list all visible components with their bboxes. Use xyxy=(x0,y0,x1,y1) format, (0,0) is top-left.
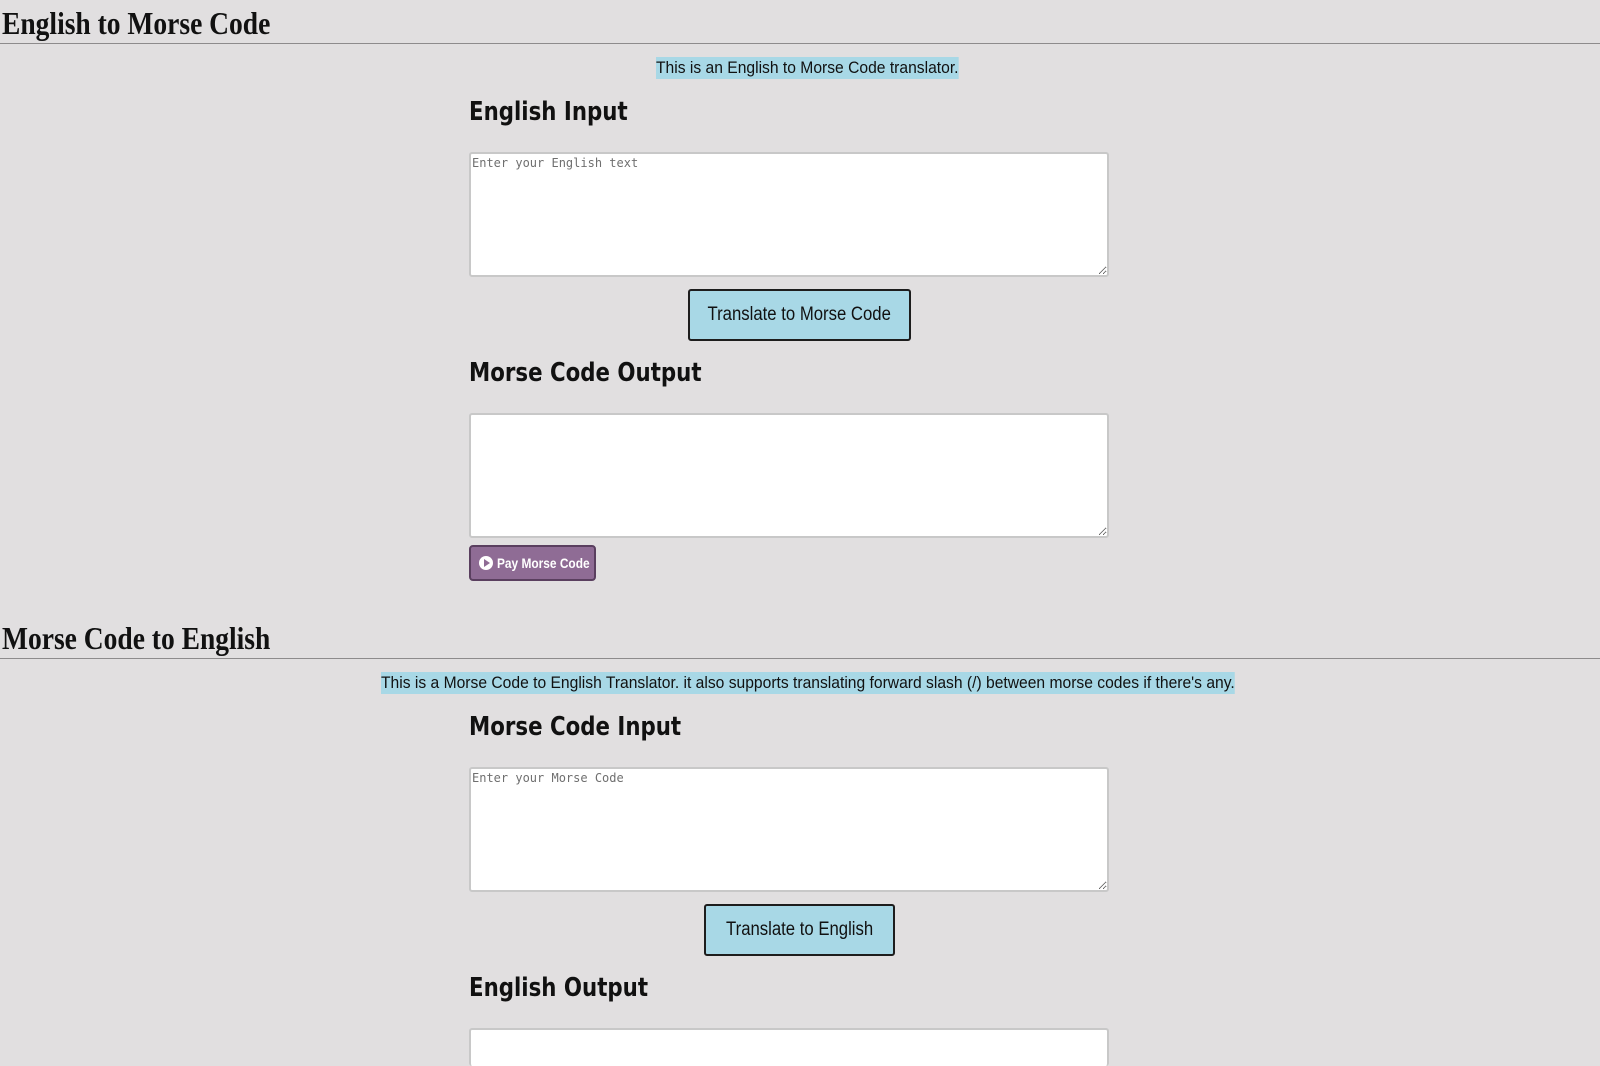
section-description: This is an English to Morse Code transla… xyxy=(656,57,959,79)
play-morse-code-label: Pay Morse Code xyxy=(497,555,590,571)
section-title-morse-to-english: Morse Code to English xyxy=(2,620,271,656)
play-morse-code-button[interactable]: Pay Morse Code xyxy=(469,545,596,581)
translate-to-english-button[interactable]: Translate to English xyxy=(704,904,895,956)
translate-to-english-label: Translate to English xyxy=(725,919,874,940)
morse-output-label: Morse Code Output xyxy=(469,358,702,388)
morse-input-label: Morse Code Input xyxy=(469,712,682,742)
section-divider xyxy=(0,658,1600,659)
english-input-label: English Input xyxy=(469,97,628,127)
play-circle-icon xyxy=(479,556,493,570)
section-description: This is a Morse Code to English Translat… xyxy=(381,672,1235,694)
translate-to-morse-button[interactable]: Translate to Morse Code xyxy=(688,289,911,341)
english-output-label: English Output xyxy=(469,973,649,1003)
english-output-field[interactable] xyxy=(469,1028,1109,1066)
morse-output-field[interactable] xyxy=(469,413,1109,538)
translate-to-morse-label: Translate to Morse Code xyxy=(707,304,892,325)
english-input-field[interactable] xyxy=(469,152,1109,277)
morse-input-field[interactable] xyxy=(469,767,1109,892)
section-title-english-to-morse: English to Morse Code xyxy=(2,5,271,41)
section-divider xyxy=(0,43,1600,44)
